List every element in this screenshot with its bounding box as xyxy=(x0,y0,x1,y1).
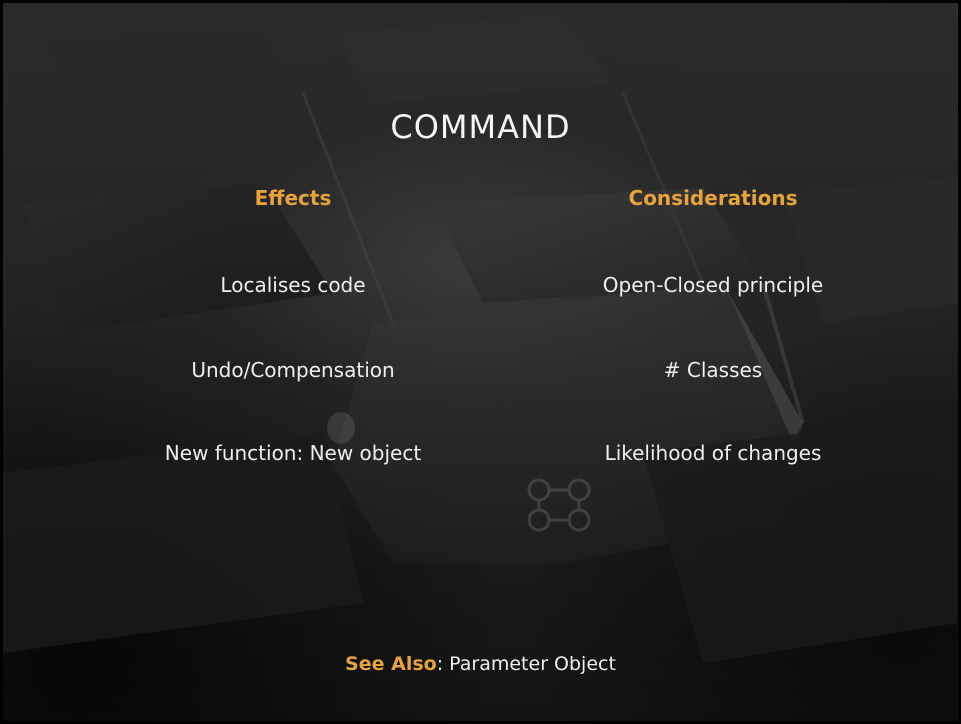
effects-item: New function: New object xyxy=(164,441,422,465)
see-also-separator: : xyxy=(436,653,450,675)
slide-title: COMMAND xyxy=(390,108,571,146)
effects-item: Undo/Compensation xyxy=(191,358,395,382)
effects-heading: Effects xyxy=(254,186,332,210)
considerations-item: Likelihood of changes xyxy=(604,441,822,465)
see-also-label: See Also xyxy=(345,653,437,675)
considerations-item: # Classes xyxy=(663,358,763,382)
effects-item: Localises code xyxy=(220,273,366,297)
see-also-value: Parameter Object xyxy=(449,653,616,675)
see-also-line: See Also: Parameter Object xyxy=(3,653,958,675)
considerations-heading: Considerations xyxy=(628,186,798,210)
slide: COMMAND Effects Considerations Localises… xyxy=(0,0,961,724)
considerations-item: Open-Closed principle xyxy=(602,273,824,297)
